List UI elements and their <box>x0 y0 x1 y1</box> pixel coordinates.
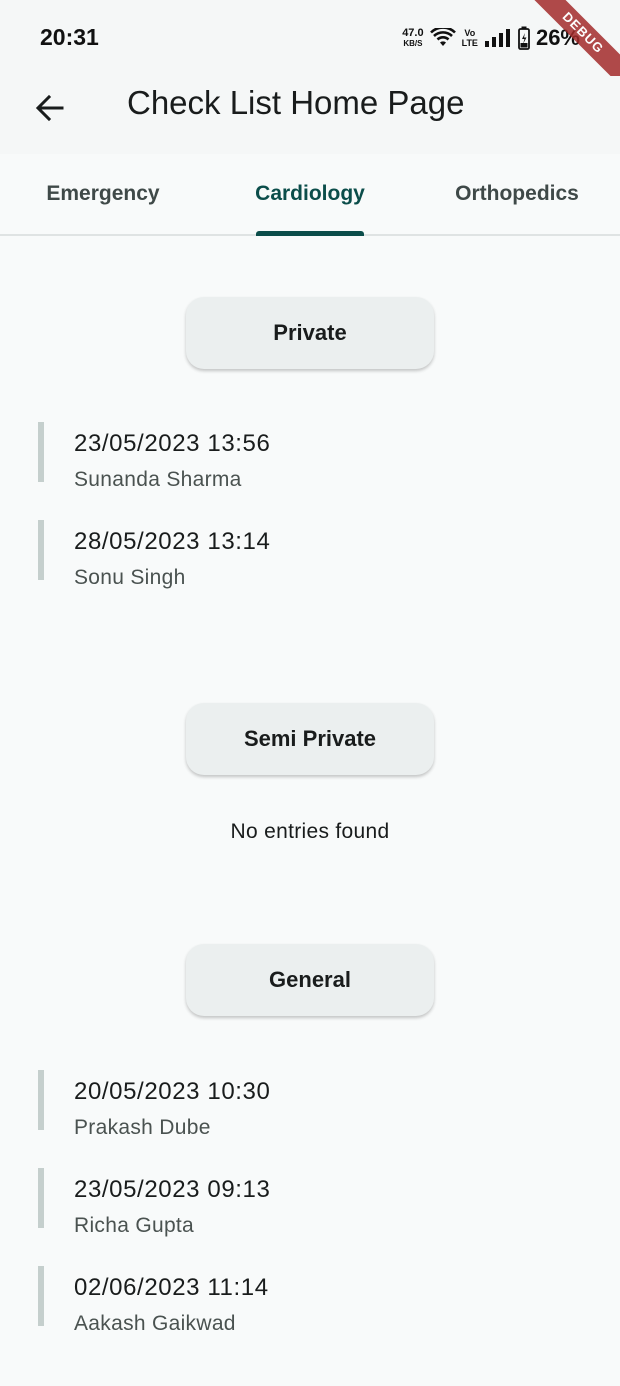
general-section-button[interactable]: General <box>186 944 434 1016</box>
status-time: 20:31 <box>40 24 99 50</box>
entry-date: 23/05/2023 09:13 <box>74 1176 271 1203</box>
network-speed-unit: KB/S <box>403 39 423 48</box>
list-item[interactable]: 23/05/2023 13:56 Sunanda Sharma <box>38 422 558 491</box>
network-speed-value: 47.0 <box>402 27 424 39</box>
status-bar: 20:31 47.0 KB/S Vo LTE 26% DEBUG <box>0 0 620 94</box>
tab-orthopedics[interactable]: Orthopedics <box>414 154 620 234</box>
entry-indicator <box>38 520 44 580</box>
private-section-button[interactable]: Private <box>186 297 434 369</box>
status-icons: 47.0 KB/S Vo LTE 26% <box>402 22 580 54</box>
entry-indicator <box>38 422 44 482</box>
entry-name: Aakash Gaikwad <box>74 1312 236 1335</box>
entry-indicator <box>38 1070 44 1130</box>
entry-indicator <box>38 1266 44 1326</box>
battery-icon <box>518 26 530 50</box>
tab-bar: Emergency Cardiology Orthopedics <box>0 154 620 236</box>
app-bar: Check List Home Page <box>0 76 620 154</box>
list-item[interactable]: 28/05/2023 13:14 Sonu Singh <box>38 520 558 589</box>
volte-bottom: LTE <box>461 38 478 48</box>
back-button[interactable] <box>26 84 74 132</box>
tab-cardiology[interactable]: Cardiology <box>207 154 413 234</box>
entry-date: 23/05/2023 13:56 <box>74 430 271 457</box>
list-item[interactable]: 23/05/2023 09:13 Richa Gupta <box>38 1168 558 1237</box>
tab-indicator <box>256 231 364 236</box>
wifi-icon <box>429 28 456 46</box>
entry-indicator <box>38 1168 44 1228</box>
network-speed: 47.0 KB/S <box>402 27 424 49</box>
empty-state-text: No entries found <box>230 820 390 843</box>
entry-name: Sunanda Sharma <box>74 468 242 491</box>
page-title: Check List Home Page <box>127 84 465 121</box>
volte-top: Vo <box>464 28 476 38</box>
volte-icon: Vo LTE <box>462 28 478 48</box>
entry-name: Richa Gupta <box>74 1214 195 1237</box>
entry-date: 02/06/2023 11:14 <box>74 1274 269 1301</box>
entry-date: 20/05/2023 10:30 <box>74 1078 271 1105</box>
tab-emergency[interactable]: Emergency <box>0 154 206 234</box>
signal-icon <box>484 29 510 47</box>
semi-private-section-button[interactable]: Semi Private <box>186 703 434 775</box>
entry-name: Prakash Dube <box>74 1116 211 1139</box>
list-item[interactable]: 02/06/2023 11:14 Aakash Gaikwad <box>38 1266 558 1335</box>
arrow-back-icon <box>35 94 64 122</box>
entry-date: 28/05/2023 13:14 <box>74 528 271 555</box>
entry-name: Sonu Singh <box>74 566 186 589</box>
list-item[interactable]: 20/05/2023 10:30 Prakash Dube <box>38 1070 558 1139</box>
